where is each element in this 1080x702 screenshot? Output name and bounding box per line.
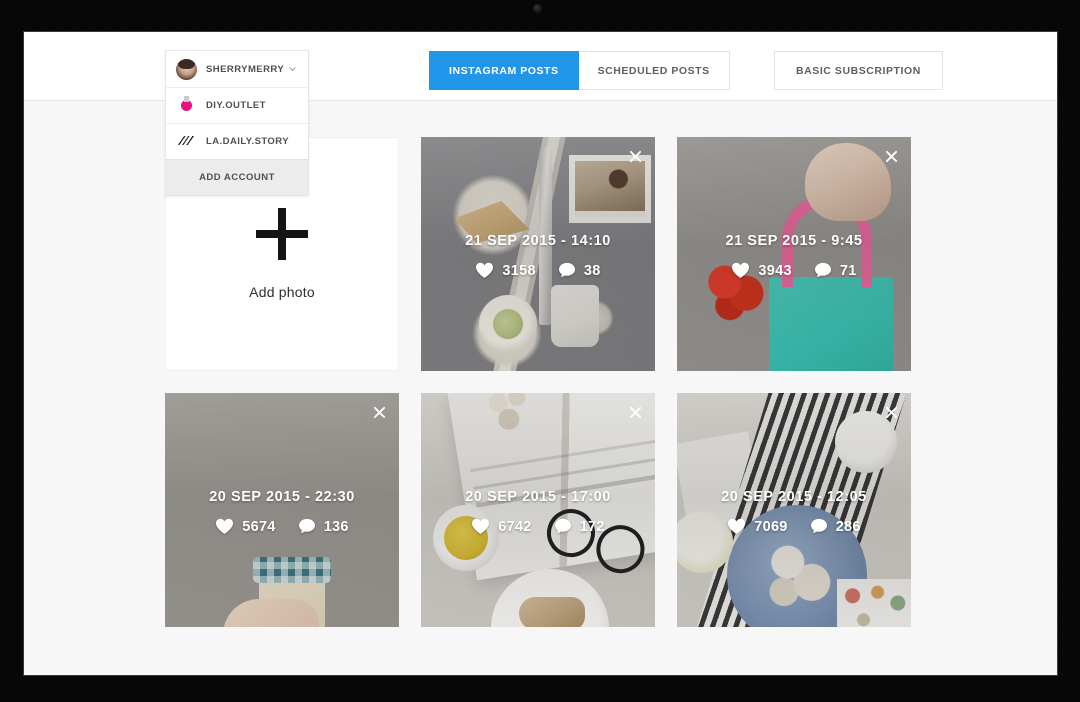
close-icon[interactable]: [881, 402, 901, 422]
account-row-diy-outlet[interactable]: DIY.OUTLET: [166, 87, 308, 123]
post-card[interactable]: 21 SEP 2015 - 9:45 3943 71: [677, 137, 911, 371]
post-comments: 172: [554, 518, 605, 535]
post-stats: 6742 172: [421, 518, 655, 535]
post-comments-count: 172: [579, 518, 605, 535]
avatar-sherrymerry: [176, 58, 197, 80]
browser-viewport: INSTAGRAM POSTS SCHEDULED POSTS BASIC SU…: [24, 32, 1057, 675]
close-icon[interactable]: [625, 402, 645, 422]
post-likes-count: 3158: [502, 262, 536, 279]
device-bezel: INSTAGRAM POSTS SCHEDULED POSTS BASIC SU…: [0, 0, 1080, 702]
post-meta: 20 SEP 2015 - 17:00 6742 172: [421, 489, 655, 535]
close-icon[interactable]: [625, 146, 645, 166]
post-date: 21 SEP 2015 - 9:45: [725, 232, 863, 249]
post-likes: 5674: [215, 518, 275, 535]
heart-icon: [472, 518, 490, 534]
chevron-down-icon[interactable]: [289, 67, 296, 71]
post-card[interactable]: 20 SEP 2015 - 17:00 6742 172: [421, 393, 655, 627]
post-likes: 3943: [731, 262, 792, 279]
post-stats: 3158 38: [421, 262, 655, 279]
post-likes: 3158: [475, 262, 536, 279]
account-row-selected[interactable]: SHERRYMERRY: [166, 51, 308, 87]
close-icon[interactable]: [369, 402, 389, 422]
comment-icon: [814, 262, 831, 277]
add-account-button[interactable]: ADD ACCOUNT: [166, 159, 308, 195]
account-name-diy-outlet: DIY.OUTLET: [206, 100, 266, 111]
heart-icon: [732, 262, 750, 278]
webcam-icon: [533, 4, 542, 13]
post-date: 20 SEP 2015 - 22:30: [209, 488, 355, 505]
avatar-la-daily-story: [176, 131, 197, 152]
post-likes: 7069: [727, 518, 787, 535]
tab-scheduled-posts[interactable]: SCHEDULED POSTS: [578, 51, 730, 90]
post-likes-count: 6742: [498, 518, 532, 535]
post-comments-count: 136: [323, 518, 349, 535]
tab-instagram-posts[interactable]: INSTAGRAM POSTS: [429, 51, 579, 90]
post-card[interactable]: 21 SEP 2015 - 14:10 3158 38: [421, 137, 655, 371]
avatar-diy-outlet: [176, 95, 197, 116]
post-comments: 71: [814, 262, 857, 279]
heart-icon: [728, 518, 746, 534]
post-meta: 20 SEP 2015 - 22:30 5674 136: [165, 489, 399, 535]
tab-scheduled-posts-label: SCHEDULED POSTS: [597, 64, 710, 77]
post-meta: 20 SEP 2015 - 12:05 7069 286: [677, 489, 911, 535]
heart-icon: [216, 518, 234, 534]
post-likes-count: 7069: [754, 518, 788, 535]
comment-icon: [810, 518, 827, 533]
post-comments: 286: [810, 518, 861, 535]
post-card[interactable]: 20 SEP 2015 - 12:05 7069 286: [677, 393, 911, 627]
post-stats: 7069 286: [677, 518, 911, 535]
post-likes-count: 5674: [242, 518, 276, 535]
account-row-la-daily-story[interactable]: LA.DAILY.STORY: [166, 123, 308, 159]
post-stats: 3943 71: [677, 262, 911, 279]
plus-icon: [256, 208, 308, 260]
add-account-label: ADD ACCOUNT: [199, 172, 275, 183]
post-likes: 6742: [471, 518, 531, 535]
add-photo-label: Add photo: [249, 284, 315, 300]
post-date: 21 SEP 2015 - 14:10: [465, 232, 611, 249]
post-comments-count: 71: [839, 262, 857, 279]
heart-icon: [476, 262, 494, 278]
comment-icon: [558, 262, 575, 277]
subscription-button-label: BASIC SUBSCRIPTION: [796, 64, 921, 77]
post-comments-count: 38: [583, 262, 601, 279]
comment-icon: [298, 518, 315, 533]
post-likes-count: 3943: [758, 262, 792, 279]
close-icon[interactable]: [881, 146, 901, 166]
comment-icon: [554, 518, 571, 533]
account-name-sherrymerry: SHERRYMERRY: [206, 63, 285, 75]
tab-instagram-posts-label: INSTAGRAM POSTS: [449, 64, 559, 77]
post-meta: 21 SEP 2015 - 14:10 3158 38: [421, 233, 655, 279]
post-date: 20 SEP 2015 - 12:05: [721, 488, 867, 505]
post-comments-count: 286: [835, 518, 861, 535]
account-dropdown[interactable]: SHERRYMERRY DIY.OUTLET LA.DAILY.STORY AD…: [165, 50, 309, 196]
tab-group: INSTAGRAM POSTS SCHEDULED POSTS: [429, 51, 730, 90]
post-card[interactable]: 20 SEP 2015 - 22:30 5674 136: [165, 393, 399, 627]
post-comments: 136: [298, 518, 349, 535]
subscription-button[interactable]: BASIC SUBSCRIPTION: [774, 51, 943, 90]
post-stats: 5674 136: [165, 518, 399, 535]
post-date: 20 SEP 2015 - 17:00: [465, 488, 611, 505]
post-comments: 38: [558, 262, 601, 279]
account-name-la-daily-story: LA.DAILY.STORY: [206, 136, 290, 147]
post-meta: 21 SEP 2015 - 9:45 3943 71: [677, 233, 911, 279]
